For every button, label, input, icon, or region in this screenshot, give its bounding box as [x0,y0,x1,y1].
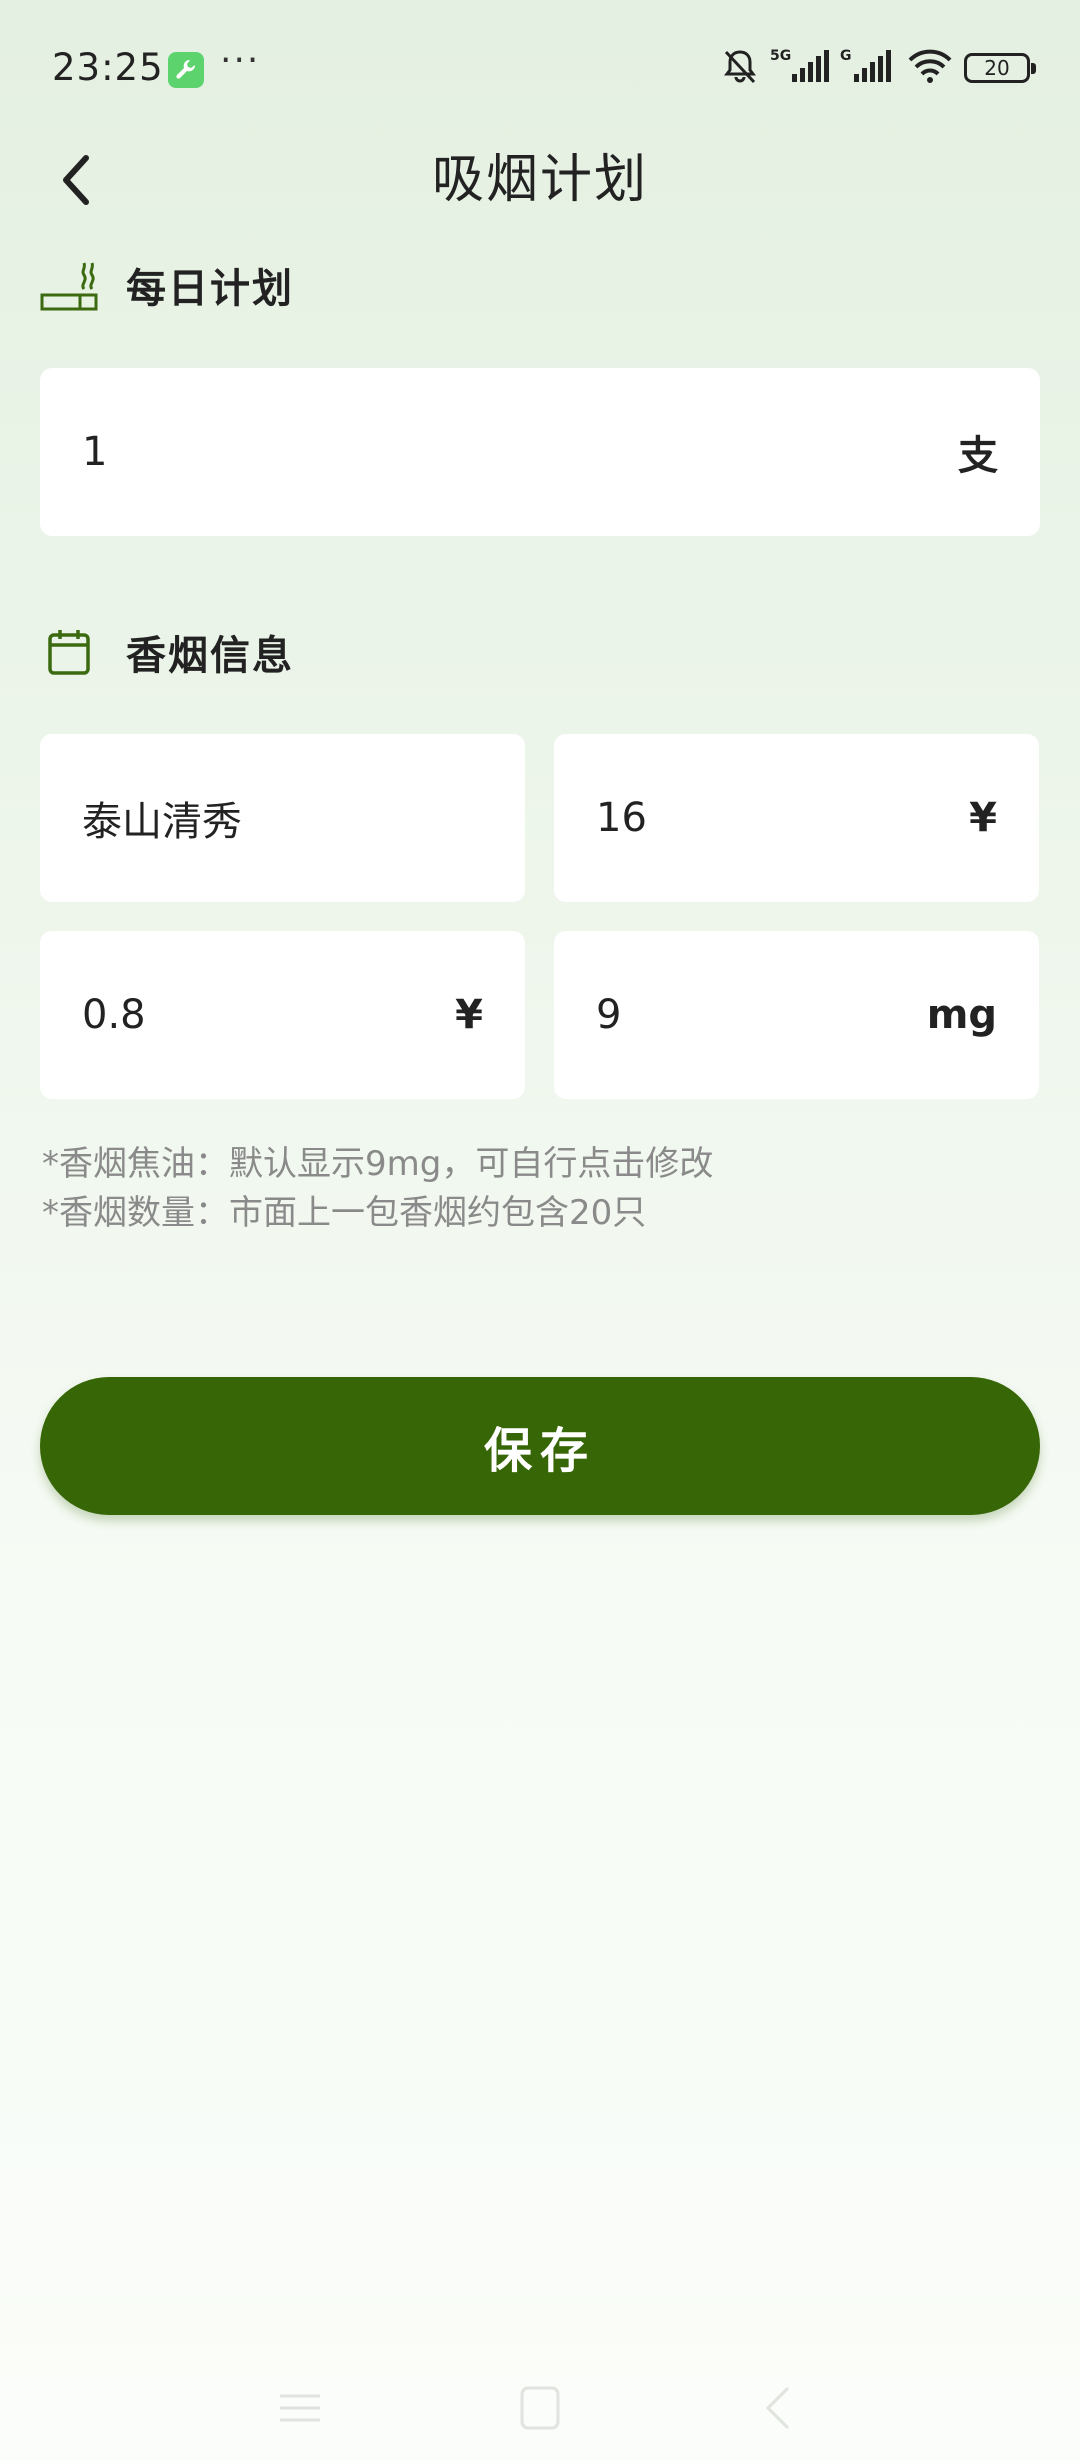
status-bar: 23:25 ··· 5G G 20 [0,0,1080,130]
notes: *香烟焦油：默认显示9mg，可自行点击修改 *香烟数量：市面上一包香烟约包含20… [42,1140,1042,1238]
cigarette-icon [40,255,98,315]
daily-count-unit: 支 [958,433,998,479]
pack-price-field[interactable]: 16 ¥ [554,734,1039,902]
home-square-icon[interactable] [510,2378,570,2438]
tar-field[interactable]: 9 mg [554,931,1039,1099]
daily-plan-title: 每日计划 [126,266,294,312]
single-price-value[interactable]: 0.8 [82,992,146,1038]
daily-plan-header: 每日计划 [40,255,294,315]
chevron-left-icon [63,155,89,205]
cigarette-info-header: 香烟信息 [40,622,294,682]
pack-price-unit: ¥ [969,795,997,841]
note-count: *香烟数量：市面上一包香烟约包含20只 [42,1193,647,1233]
svg-text:G: G [840,48,852,64]
note-tar: *香烟焦油：默认显示9mg，可自行点击修改 [42,1144,714,1184]
back-button[interactable] [44,140,114,220]
more-notifications-icon: ··· [220,40,261,81]
daily-count-value[interactable]: 1 [82,429,107,475]
signal-g-icon: G [840,46,896,90]
menu-icon[interactable] [270,2378,330,2438]
status-time: 23:25 [52,46,164,89]
save-button[interactable]: 保存 [40,1377,1040,1515]
bell-muted-icon [720,46,760,90]
tar-unit: mg [926,992,997,1038]
single-price-field[interactable]: 0.8 ¥ [40,931,525,1099]
svg-text:5G: 5G [770,48,791,64]
tar-value[interactable]: 9 [596,992,621,1038]
pack-price-value[interactable]: 16 [596,795,647,841]
status-icons: 5G G 20 [720,46,1036,90]
cigarette-info-title: 香烟信息 [126,633,294,679]
page-title: 吸烟计划 [431,150,648,210]
battery-icon: 20 [964,53,1036,83]
back-triangle-icon[interactable] [750,2378,810,2438]
navigation-bar [0,2350,1080,2460]
single-price-unit: ¥ [455,992,483,1038]
wrench-app-icon [168,52,204,88]
brand-value[interactable]: 泰山清秀 [82,789,242,847]
brand-field[interactable]: 泰山清秀 [40,734,525,902]
signal-5g-icon: 5G [770,46,830,90]
daily-count-field[interactable]: 1 支 [40,368,1040,536]
wifi-icon [906,46,954,90]
calendar-icon [40,622,98,682]
title-bar: 吸烟计划 [0,130,1080,230]
